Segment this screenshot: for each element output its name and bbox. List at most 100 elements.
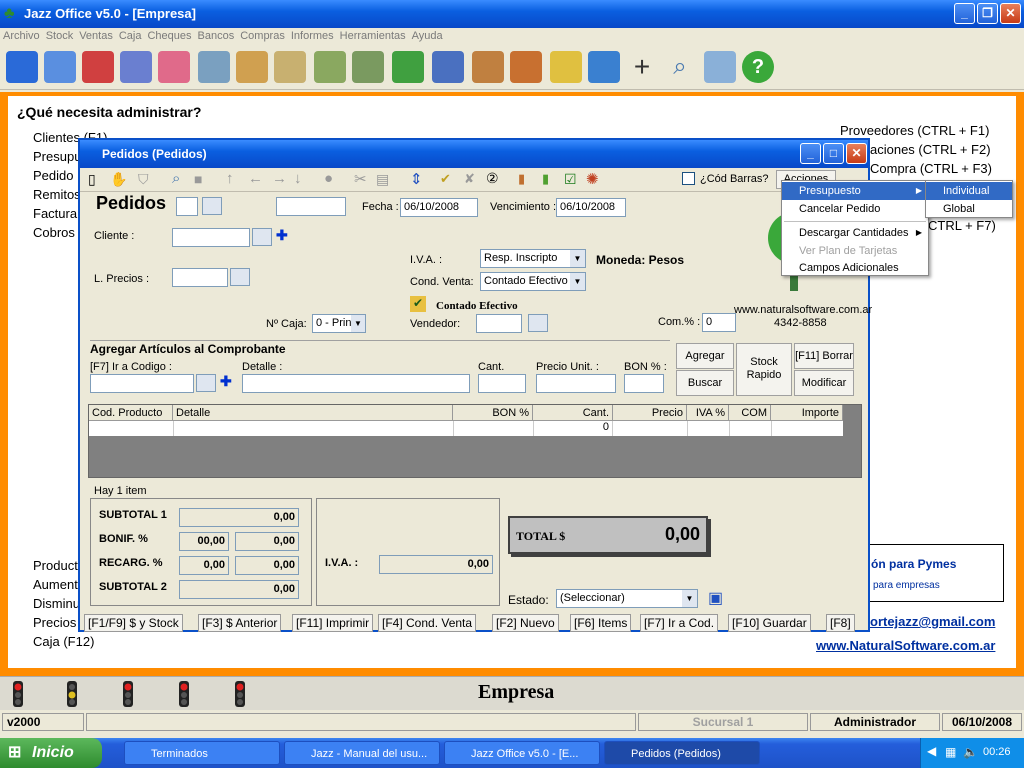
user-green-icon[interactable]: ▮ <box>542 171 549 187</box>
modificar-button[interactable]: Modificar <box>794 370 854 396</box>
col-cod-producto[interactable]: Cod. Producto <box>89 405 173 421</box>
paste-icon[interactable]: ▤ <box>376 171 389 188</box>
arrow-down-icon[interactable]: ↓ <box>294 170 302 187</box>
col-precio[interactable]: Precio <box>613 405 687 421</box>
close-button[interactable]: ✕ <box>1000 3 1021 24</box>
arrow-right-icon[interactable]: → <box>272 170 287 187</box>
lprecios-input[interactable] <box>172 268 228 287</box>
link-cobros[interactable]: Cobros <box>33 225 75 240</box>
restore-button[interactable]: ❐ <box>977 3 998 24</box>
menu-archivo[interactable]: Archivo <box>0 28 43 44</box>
menu-cheques[interactable]: Cheques <box>144 28 194 44</box>
traffic-light-red-icon[interactable] <box>226 679 254 709</box>
menu-item-presupuesto[interactable]: Presupuesto ▶ <box>782 182 928 200</box>
tools-red-icon[interactable] <box>158 51 190 83</box>
calculator-icon[interactable] <box>704 51 736 83</box>
fkey-guardar[interactable]: [F10] Guardar <box>728 614 811 632</box>
refresh-icon[interactable] <box>588 51 620 83</box>
website-link[interactable]: www.NaturalSoftware.com.ar <box>816 638 995 653</box>
fkey-ir-cod[interactable]: [F7] Ir a Cod. <box>640 614 719 632</box>
stop-icon[interactable]: ■ <box>194 171 202 187</box>
col-com[interactable]: COM % <box>729 405 771 435</box>
link-disminuciones[interactable]: Disminu <box>33 596 80 611</box>
cond-venta-select[interactable]: Contado Efectivo ▼ <box>480 272 586 291</box>
edit-doc-icon[interactable] <box>44 51 76 83</box>
arrow-left-icon[interactable]: ← <box>248 170 263 187</box>
link-precios[interactable]: Precios <box>33 615 76 630</box>
check-hand-icon[interactable]: ✔ <box>440 171 451 187</box>
col-iva[interactable]: IVA % <box>687 405 729 421</box>
col-cant[interactable]: Cant. <box>533 405 613 421</box>
pedidos-minimize-button[interactable]: _ <box>800 143 821 164</box>
fkey-anterior[interactable]: [F3] $ Anterior <box>198 614 282 632</box>
link-caja[interactable]: Caja (F12) <box>33 634 94 649</box>
search-icon[interactable]: ⌕ <box>664 51 696 83</box>
link-presupuestos[interactable]: Presupu <box>33 149 81 164</box>
cliente-input[interactable] <box>172 228 250 247</box>
email-link[interactable]: ortejazz@gmail.com <box>870 614 995 629</box>
menu-ventas[interactable]: Ventas <box>76 28 116 44</box>
save-disk-icon[interactable]: ▣ <box>708 588 723 608</box>
menu-ayuda[interactable]: Ayuda <box>409 28 446 44</box>
menu-bancos[interactable]: Bancos <box>195 28 238 44</box>
barcode-checkbox[interactable] <box>682 172 695 185</box>
shield-icon[interactable]: ⛉ <box>138 171 149 188</box>
x-hand-icon[interactable]: ✘ <box>464 171 475 187</box>
pedido-extra-input[interactable] <box>276 197 346 216</box>
expand-icon[interactable]: ⇕ <box>410 170 423 188</box>
hand-icon[interactable]: ✋ <box>110 171 127 188</box>
menu-item-cancelar-pedido[interactable]: Cancelar Pedido <box>782 200 928 218</box>
pedidos-maximize-button[interactable]: □ <box>823 143 844 164</box>
estado-select[interactable]: (Seleccionar) ▼ <box>556 589 698 608</box>
task-manual[interactable]: Jazz - Manual del usu... <box>284 741 440 765</box>
vencimiento-input[interactable]: 06/10/2008 <box>556 198 626 217</box>
codigo-add-icon[interactable]: ✚ <box>220 373 232 390</box>
minimize-button[interactable]: _ <box>954 3 975 24</box>
exit-door-icon[interactable] <box>472 51 504 83</box>
database-icon[interactable] <box>6 51 38 83</box>
pedidos-close-button[interactable]: ✕ <box>846 143 867 164</box>
fkey-items[interactable]: [F6] Items <box>570 614 632 632</box>
codigo-input[interactable] <box>90 374 194 393</box>
number-two-icon[interactable]: ② <box>486 170 499 187</box>
caja-select[interactable]: 0 - Prin ▼ <box>312 314 366 333</box>
money-cart-icon[interactable] <box>352 51 384 83</box>
menu-compras[interactable]: Compras <box>237 28 288 44</box>
cliente-add-icon[interactable]: ✚ <box>276 227 288 244</box>
checkbox-icon[interactable]: ☑ <box>564 171 577 188</box>
link-pedidos[interactable]: Pedido <box>33 168 73 183</box>
arrow-up-icon[interactable]: ↑ <box>226 170 234 187</box>
traffic-light-red-icon[interactable] <box>114 679 142 709</box>
edit-doc-red-icon[interactable] <box>82 51 114 83</box>
fkey-f8[interactable]: [F8] <box>826 614 855 632</box>
recarg-pct-input[interactable]: 0,00 <box>179 556 229 575</box>
start-button[interactable]: ⊞ Inicio <box>0 738 102 768</box>
fkey-imprimir[interactable]: [F11] Imprimir <box>292 614 374 632</box>
menu-herramientas[interactable]: Herramientas <box>337 28 409 44</box>
lprecios-search-icon[interactable] <box>230 268 250 286</box>
task-jazz-office[interactable]: Jazz Office v5.0 - [E... <box>444 741 600 765</box>
col-bon[interactable]: BON % <box>453 405 533 421</box>
volume-icon[interactable]: 🔈 <box>963 745 978 759</box>
users-icon[interactable] <box>198 51 230 83</box>
vendedor-search-icon[interactable] <box>528 314 548 332</box>
comision-input[interactable]: 0 <box>702 313 736 332</box>
borrar-button[interactable]: [F11] Borrar <box>794 343 854 369</box>
link-remitos[interactable]: Remitos <box>33 187 81 202</box>
pedido-number-input[interactable] <box>176 197 198 216</box>
stock-rapido-button[interactable]: Stock Rapido <box>736 343 792 396</box>
menu-item-descargar[interactable]: Descargar Cantidades ▶ <box>782 224 928 242</box>
menu-informes[interactable]: Informes <box>288 28 337 44</box>
box-icon[interactable] <box>236 51 268 83</box>
traffic-light-yellow-icon[interactable] <box>58 679 86 709</box>
menu-stock[interactable]: Stock <box>43 28 77 44</box>
tools-icon[interactable] <box>120 51 152 83</box>
fkey-cond-venta[interactable]: [F4] Cond. Venta <box>378 614 477 632</box>
task-terminados[interactable]: Terminados <box>124 741 280 765</box>
traffic-light-red-icon[interactable] <box>170 679 198 709</box>
table-row[interactable]: 0 <box>89 421 843 436</box>
folder-icon[interactable] <box>550 51 582 83</box>
exit-user-icon[interactable] <box>510 51 542 83</box>
link-proveedores[interactable]: Proveedores (CTRL + F1) <box>840 123 989 138</box>
col-detalle[interactable]: Detalle <box>173 405 453 421</box>
